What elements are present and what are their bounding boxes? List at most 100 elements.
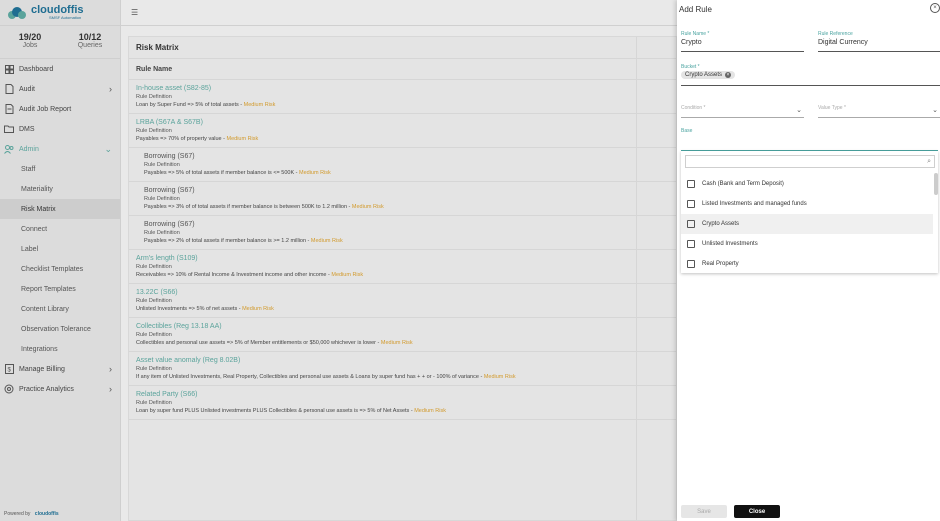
rule-name[interactable]: Borrowing (S67) <box>144 152 669 161</box>
base-option[interactable]: Crypto Assets <box>681 214 933 234</box>
checkbox-icon[interactable] <box>687 260 695 268</box>
rule-name[interactable]: LRBA (S67A & S67B) <box>136 118 669 127</box>
bucket-chip[interactable]: Crypto Assets × <box>681 71 736 79</box>
nav-admin-connect[interactable]: Connect <box>0 219 120 239</box>
search-icon: ⌕ <box>927 158 931 165</box>
base-option[interactable]: Unlisted Investments <box>681 234 933 254</box>
save-button[interactable]: Save <box>681 505 727 518</box>
condition-select[interactable]: Condition * ⌄ <box>681 105 804 118</box>
base-dropdown: ⌕ Cash (Bank and Term Deposit) Listed In… <box>681 151 938 273</box>
rule-name[interactable]: Arm's length (S109) <box>136 254 669 263</box>
panel-footer: Save Close <box>677 505 940 521</box>
menu-collapse-icon[interactable]: ☰ <box>131 8 138 17</box>
rule-name[interactable]: Borrowing (S67) <box>144 220 669 229</box>
rule-name[interactable]: Collectibles (Reg 13.18 AA) <box>136 322 669 331</box>
nav-admin-checklist-templates[interactable]: Checklist Templates <box>0 259 120 279</box>
nav-manage-billing[interactable]: $ Manage Billing › <box>0 359 120 379</box>
stats-bar: 19/20 Jobs 10/12 Queries <box>0 26 120 59</box>
risk-level: Medium Risk <box>414 408 446 414</box>
rule-row[interactable]: Borrowing (S67) Rule Definition Payables =… <box>129 182 676 216</box>
logo[interactable]: cloudoffis SMSF Automation <box>0 0 120 26</box>
rule-row[interactable]: 13.22C (S66) Rule Definition Unlisted Inve… <box>129 284 676 318</box>
checkbox-icon[interactable] <box>687 240 695 248</box>
nav-admin-observation-tolerance[interactable]: Observation Tolerance <box>0 319 120 339</box>
nav-admin-materiality[interactable]: Materiality <box>0 179 120 199</box>
column-header-rule-name[interactable]: Rule Name <box>129 59 676 80</box>
rule-description: Unlisted Investments => 5% of net assets… <box>136 305 669 313</box>
panel-title: Add Rule <box>679 5 712 14</box>
rule-reference-field[interactable]: Rule Reference Digital Currency <box>818 31 940 52</box>
nav-admin-risk-matrix[interactable]: Risk Matrix <box>0 199 120 219</box>
rule-row[interactable]: Arm's length (S109) Rule Definition Receiv… <box>129 250 676 284</box>
close-button[interactable]: Close <box>734 505 780 518</box>
nav-admin-report-templates[interactable]: Report Templates <box>0 279 120 299</box>
nav-dms[interactable]: DMS <box>0 119 120 139</box>
rule-definition-label: Rule Definition <box>136 400 172 406</box>
nav-admin-staff[interactable]: Staff <box>0 159 120 179</box>
checkbox-icon[interactable] <box>687 220 695 228</box>
checkbox-icon[interactable] <box>687 200 695 208</box>
risk-level: Medium Risk <box>380 340 413 346</box>
rule-definition-label: Rule Definition <box>144 196 180 202</box>
bucket-label: Bucket * <box>681 64 700 70</box>
nav-manage-billing-label: Manage Billing <box>19 365 65 373</box>
rule-name[interactable]: Borrowing (S67) <box>144 186 669 195</box>
folder-icon <box>4 124 14 134</box>
nav-audit-job-report[interactable]: Audit Job Report <box>0 99 120 119</box>
rule-row[interactable]: Related Party (S66) Rule Definition Loan b… <box>129 386 676 420</box>
add-rule-panel: Add Rule × Rule Name * Crypto Rule Refer… <box>677 0 940 521</box>
rule-description: Collectibles and personal use assets => … <box>136 339 669 347</box>
value-type-select[interactable]: Value Type * ⌄ <box>818 105 940 118</box>
close-icon[interactable]: × <box>930 3 940 13</box>
nav-audit[interactable]: Audit › <box>0 79 120 99</box>
stat-jobs-num: 19/20 <box>18 32 42 42</box>
rule-name-field[interactable]: Rule Name * Crypto <box>681 31 804 52</box>
rule-reference-value: Digital Currency <box>818 39 868 46</box>
nav-admin-content-library[interactable]: Content Library <box>0 299 120 319</box>
base-option[interactable]: Listed Investments and managed funds <box>681 194 933 214</box>
rule-row[interactable]: Borrowing (S67) Rule Definition Payables =… <box>129 216 676 250</box>
stat-jobs[interactable]: 19/20 Jobs <box>0 26 60 58</box>
cloud-logo-icon <box>8 6 26 19</box>
rule-row[interactable]: Borrowing (S67) Rule Definition Payables =… <box>129 148 676 182</box>
risk-level: Medium Risk <box>226 136 259 142</box>
rule-row[interactable]: Collectibles (Reg 13.18 AA) Rule Definiti… <box>129 318 676 352</box>
brand-name: cloudoffis <box>31 3 84 16</box>
stat-queries[interactable]: 10/12 Queries <box>60 26 120 58</box>
checkbox-icon[interactable] <box>687 180 695 188</box>
base-option[interactable]: Cash (Bank and Term Deposit) <box>681 174 933 194</box>
rule-description: Payables => 5% of total assets if member… <box>144 169 669 177</box>
bucket-chip-label: Crypto Assets <box>685 72 723 78</box>
risk-level: Medium Risk <box>331 272 364 278</box>
rule-list: In-house asset (S82-85) Rule Definition Lo… <box>129 80 676 420</box>
nav-admin-label[interactable]: Label <box>0 239 120 259</box>
nav-admin[interactable]: Admin ⌄ <box>0 139 120 159</box>
rule-name[interactable]: Related Party (S66) <box>136 390 669 399</box>
rule-description: Payables => 3% of of total assets if mem… <box>144 203 669 211</box>
rule-name[interactable]: Asset value anomaly (Reg 8.02B) <box>136 356 669 365</box>
rule-row[interactable]: Asset value anomaly (Reg 8.02B) Rule Defi… <box>129 352 676 386</box>
rule-row[interactable]: In-house asset (S82-85) Rule Definition Lo… <box>129 80 676 114</box>
base-option-label: Real Property <box>702 261 739 267</box>
rule-name[interactable]: In-house asset (S82-85) <box>136 84 669 93</box>
rule-name[interactable]: 13.22C (S66) <box>136 288 669 297</box>
chevron-down-icon: ⌄ <box>104 143 112 154</box>
base-search-input[interactable]: ⌕ <box>685 155 935 168</box>
condition-label: Condition * <box>681 105 706 111</box>
sidebar: cloudoffis SMSF Automation 19/20 Jobs 10… <box>0 0 121 521</box>
dropdown-scrollbar[interactable] <box>934 173 938 195</box>
rule-description-text: Collectibles and personal use assets => … <box>136 340 381 346</box>
dashboard-icon <box>4 64 14 74</box>
nav-admin-integrations[interactable]: Integrations <box>0 339 120 359</box>
nav-practice-analytics[interactable]: Practice Analytics › <box>0 379 120 399</box>
rule-description: Payables => 70% of property value - Medi… <box>136 135 669 143</box>
base-option[interactable]: Real Property <box>681 254 933 274</box>
risk-level: Medium Risk <box>483 374 516 380</box>
risk-matrix-card: Risk Matrix Rule Name In-house asset (S8… <box>128 36 677 521</box>
svg-text:$: $ <box>7 368 11 374</box>
nav-dashboard[interactable]: Dashboard <box>0 59 120 79</box>
chip-remove-icon[interactable]: × <box>725 72 732 78</box>
topbar: ☰ <box>121 0 677 26</box>
bucket-field[interactable]: Bucket * Crypto Assets × <box>681 64 940 86</box>
rule-row[interactable]: LRBA (S67A & S67B) Rule Definition Payable… <box>129 114 676 148</box>
